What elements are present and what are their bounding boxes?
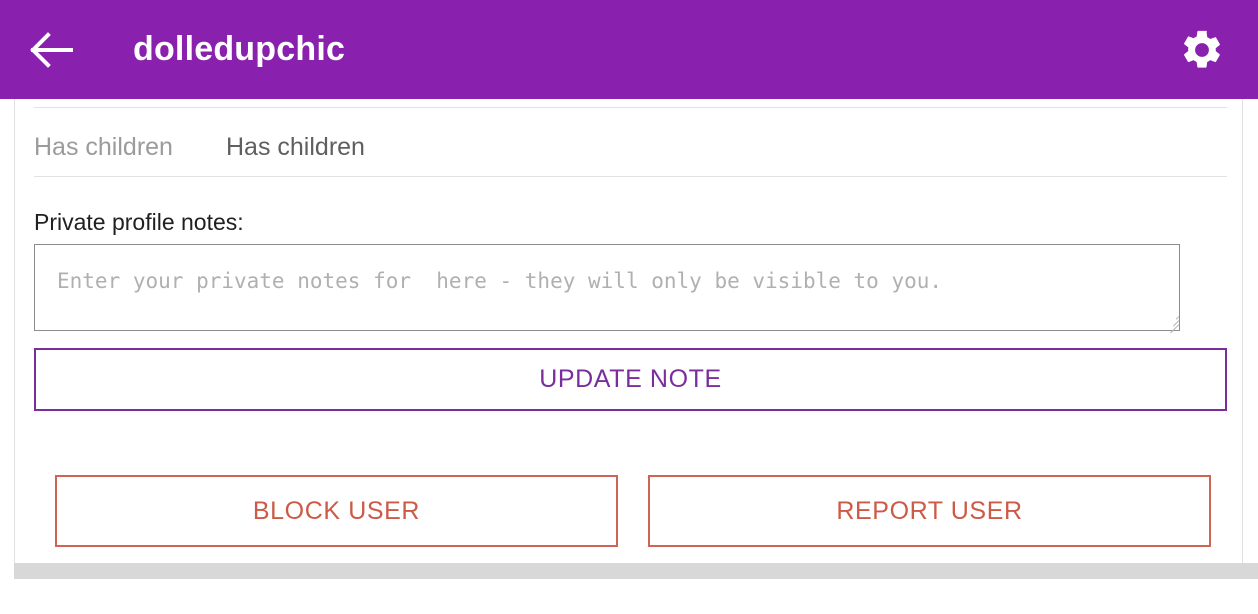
page-title: dolledupchic (133, 30, 346, 68)
update-note-button[interactable]: UPDATE NOTE (34, 348, 1227, 411)
arrow-left-icon (30, 31, 74, 68)
gear-icon (1179, 27, 1225, 73)
horizontal-scrollbar[interactable] (14, 563, 1258, 579)
report-user-button[interactable]: REPORT USER (648, 475, 1211, 547)
back-button[interactable] (28, 26, 76, 74)
app-bar: dolledupchic (0, 0, 1258, 99)
attribute-label: Has children (34, 132, 173, 161)
page-body: Has children Has children Private profil… (0, 99, 1258, 614)
divider-top (34, 107, 1227, 108)
private-notes-input[interactable] (34, 244, 1180, 331)
block-user-button[interactable]: BLOCK USER (55, 475, 618, 547)
divider-middle (34, 176, 1227, 177)
horizontal-scrollbar-thumb[interactable] (14, 563, 1258, 579)
settings-button[interactable] (1176, 24, 1228, 76)
attribute-value: Has children (226, 132, 365, 161)
profile-card: Has children Has children Private profil… (14, 99, 1243, 563)
private-notes-label: Private profile notes: (34, 209, 244, 235)
table-row: Has children Has children (34, 127, 1227, 167)
